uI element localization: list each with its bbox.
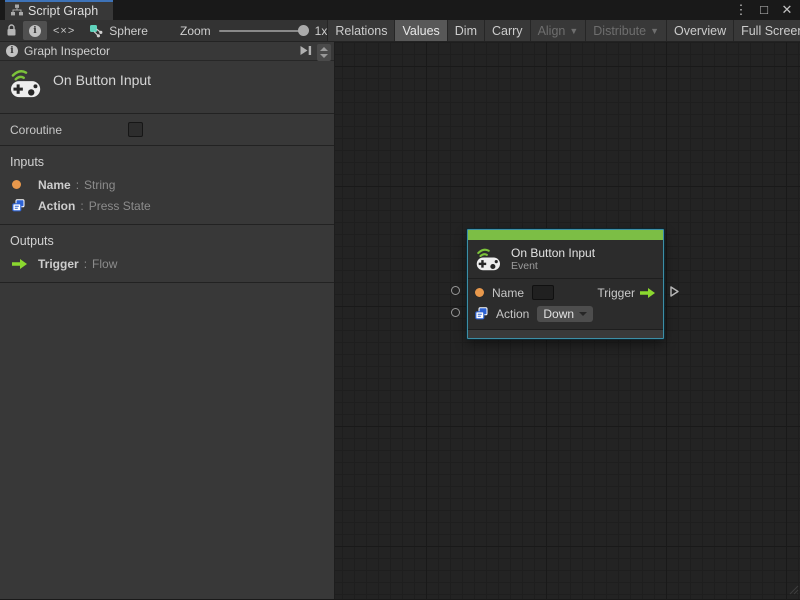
- port-name: Trigger: [38, 256, 79, 271]
- port-name: Name: [38, 177, 71, 192]
- external-input-port[interactable]: [451, 286, 460, 295]
- port-info-row: Trigger : Flow: [0, 253, 334, 274]
- outputs-section-title: Outputs: [10, 234, 54, 248]
- inputs-section-title: Inputs: [10, 155, 45, 169]
- enum-port-icon: [12, 199, 30, 212]
- unit-title: On Button Input: [53, 72, 152, 88]
- full-screen-button[interactable]: Full Screen: [733, 20, 800, 41]
- port-label: Action: [496, 306, 530, 321]
- overview-button[interactable]: Overview: [666, 20, 734, 41]
- node-accent-bar: [468, 230, 663, 240]
- on-button-input-node[interactable]: On Button Input Event Name Trigger Actio…: [451, 229, 679, 339]
- port-type: String: [84, 177, 116, 192]
- action-value: Down: [543, 306, 575, 321]
- string-port-icon[interactable]: [475, 288, 484, 297]
- string-port-icon: [12, 180, 21, 189]
- inspector-header-title: Graph Inspector: [24, 44, 111, 58]
- flow-port-icon: [12, 258, 30, 270]
- chevron-up-icon: [320, 46, 328, 51]
- unit-title-block: On Button Input: [0, 61, 334, 113]
- chevron-down-icon: ▼: [569, 26, 579, 36]
- zoom-label: Zoom: [179, 23, 211, 38]
- carry-button[interactable]: Carry: [484, 20, 530, 41]
- inspector-toggle-button[interactable]: i: [23, 21, 47, 40]
- zoom-slider-handle[interactable]: [297, 24, 309, 36]
- graph-hierarchy-icon: [11, 4, 23, 19]
- gamepad-icon: [11, 70, 41, 98]
- breadcrumb-label: Sphere: [109, 23, 148, 38]
- dock-panel-icon[interactable]: [298, 43, 313, 61]
- window-controls: ⋮ □ ✕: [734, 0, 794, 20]
- zoom-control: Zoom 1x: [180, 20, 327, 41]
- maximize-icon[interactable]: □: [757, 0, 771, 20]
- divider: [0, 282, 334, 283]
- align-dropdown[interactable]: Align ▼: [529, 20, 586, 41]
- node-footer: [468, 329, 663, 338]
- tab-bar: Script Graph ⋮ □ ✕: [0, 0, 800, 20]
- node-subtitle: Event: [511, 259, 538, 272]
- chevron-down-icon: ▼: [650, 26, 659, 36]
- relations-button[interactable]: Relations: [327, 20, 395, 41]
- chevron-down-icon: [579, 311, 588, 316]
- script-graph-asset-icon: [90, 24, 103, 37]
- action-value-dropdown[interactable]: Down: [537, 305, 594, 322]
- gamepad-icon: [476, 248, 500, 270]
- name-input-field[interactable]: [532, 285, 555, 300]
- tab-focus-line: [5, 0, 113, 2]
- action-port-row: Action Down: [475, 303, 656, 324]
- coroutine-checkbox[interactable]: [128, 122, 143, 137]
- graph-inspector-panel: i Graph Inspector On Button Input Corout…: [0, 42, 335, 599]
- info-icon: i: [6, 45, 18, 57]
- lock-button[interactable]: [0, 20, 23, 41]
- resize-grip[interactable]: [789, 584, 799, 598]
- node-title: On Button Input: [511, 245, 596, 260]
- coroutine-label: Coroutine: [10, 122, 63, 137]
- tab-title: Script Graph: [28, 4, 99, 18]
- chevron-down-icon: [320, 53, 328, 58]
- port-info-row: Action : Press State: [0, 195, 334, 216]
- inputs-section: Inputs Name : String Action: Press Stat…: [0, 146, 334, 224]
- name-port-row: Name Trigger: [475, 282, 656, 303]
- external-input-port[interactable]: [451, 308, 460, 317]
- zoom-slider[interactable]: [218, 24, 309, 36]
- external-output-port[interactable]: [669, 285, 680, 301]
- info-icon: i: [29, 24, 41, 37]
- port-name: Action: [38, 198, 76, 213]
- graph-toolbar: i <×> Sphere Zoom 1x Relations Values Di…: [0, 20, 800, 42]
- port-info-row: Name : String: [0, 174, 334, 195]
- coroutine-row: Coroutine: [0, 114, 334, 145]
- port-type: Press State: [88, 198, 151, 213]
- node-header[interactable]: On Button Input Event: [468, 240, 663, 278]
- breadcrumb[interactable]: Sphere: [89, 20, 148, 41]
- kebab-menu-icon[interactable]: ⋮: [734, 0, 748, 20]
- outputs-section: Outputs Trigger : Flow: [0, 225, 334, 282]
- port-type: Flow: [92, 256, 118, 271]
- port-label: Name: [492, 285, 525, 300]
- distribute-dropdown[interactable]: Distribute ▼: [585, 20, 666, 41]
- close-icon[interactable]: ✕: [780, 0, 794, 20]
- enum-port-icon[interactable]: [475, 307, 488, 320]
- values-button[interactable]: Values: [394, 20, 447, 41]
- panel-size-stepper[interactable]: [317, 43, 331, 61]
- zoom-value: 1x: [314, 23, 328, 38]
- graph-canvas[interactable]: On Button Input Event Name Trigger Actio…: [335, 42, 800, 599]
- inspector-header: i Graph Inspector: [0, 42, 334, 61]
- port-label: Trigger: [597, 285, 635, 300]
- toolbar-right-buttons: Relations Values Dim Carry Align ▼ Distr…: [327, 20, 800, 41]
- dim-button[interactable]: Dim: [446, 20, 484, 41]
- tab-script-graph[interactable]: Script Graph: [5, 0, 113, 20]
- script-graph-window: Script Graph ⋮ □ ✕ i <×> Sphere Zoom 1x …: [0, 0, 800, 600]
- padlock-icon: [7, 24, 16, 36]
- main-content: i Graph Inspector On Button Input Corout…: [0, 42, 800, 599]
- flow-port-icon[interactable]: [640, 287, 656, 299]
- code-view-button[interactable]: <×>: [47, 20, 81, 41]
